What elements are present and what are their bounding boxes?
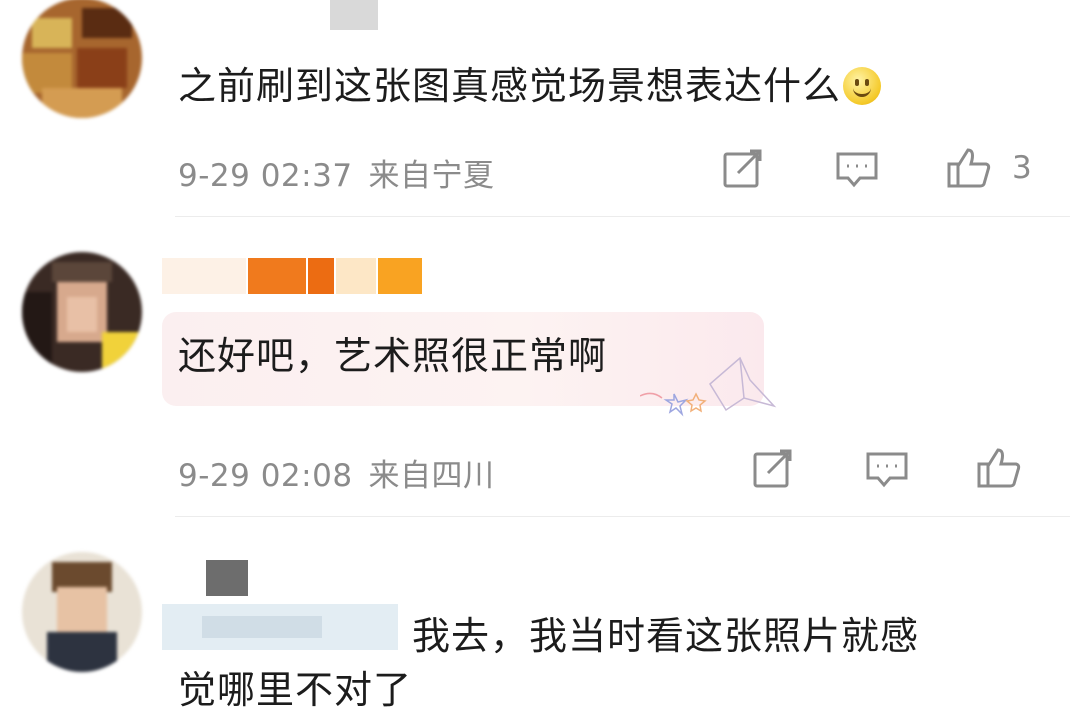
comment-text-line2: 觉哪里不对了: [178, 668, 413, 712]
paper-crane-sticker: [639, 350, 780, 420]
comment-text: 还好吧，艺术照很正常啊: [178, 334, 608, 378]
share-icon[interactable]: [750, 446, 796, 492]
comment-meta: 9-29 02:37 来自宁夏: [178, 150, 495, 195]
smiley-emoji: [843, 67, 882, 105]
username-redacted[interactable]: [162, 560, 402, 656]
avatar[interactable]: [22, 0, 142, 118]
avatar[interactable]: [22, 552, 142, 672]
location: 来自宁夏: [368, 158, 495, 194]
timestamp: 9-29 02:37: [178, 158, 353, 194]
divider: [175, 516, 1070, 517]
share-icon[interactable]: [720, 146, 766, 192]
location: 来自四川: [368, 458, 495, 494]
like-icon[interactable]: [976, 444, 1022, 490]
username-redacted[interactable]: [330, 0, 380, 36]
comment-text: 我去，我当时看这张照片就感: [412, 614, 920, 658]
divider: [175, 216, 1070, 217]
like-icon[interactable]: [946, 144, 992, 190]
username-redacted[interactable]: [162, 258, 422, 294]
comment-icon[interactable]: [834, 146, 880, 192]
comment-text: 之前刷到这张图真感觉场景想表达什么: [178, 64, 882, 108]
comment-icon[interactable]: [864, 446, 910, 492]
avatar[interactable]: [22, 252, 142, 372]
like-count: 3: [1012, 150, 1032, 186]
comment-meta: 9-29 02:08 来自四川: [178, 450, 495, 495]
timestamp: 9-29 02:08: [178, 458, 353, 494]
